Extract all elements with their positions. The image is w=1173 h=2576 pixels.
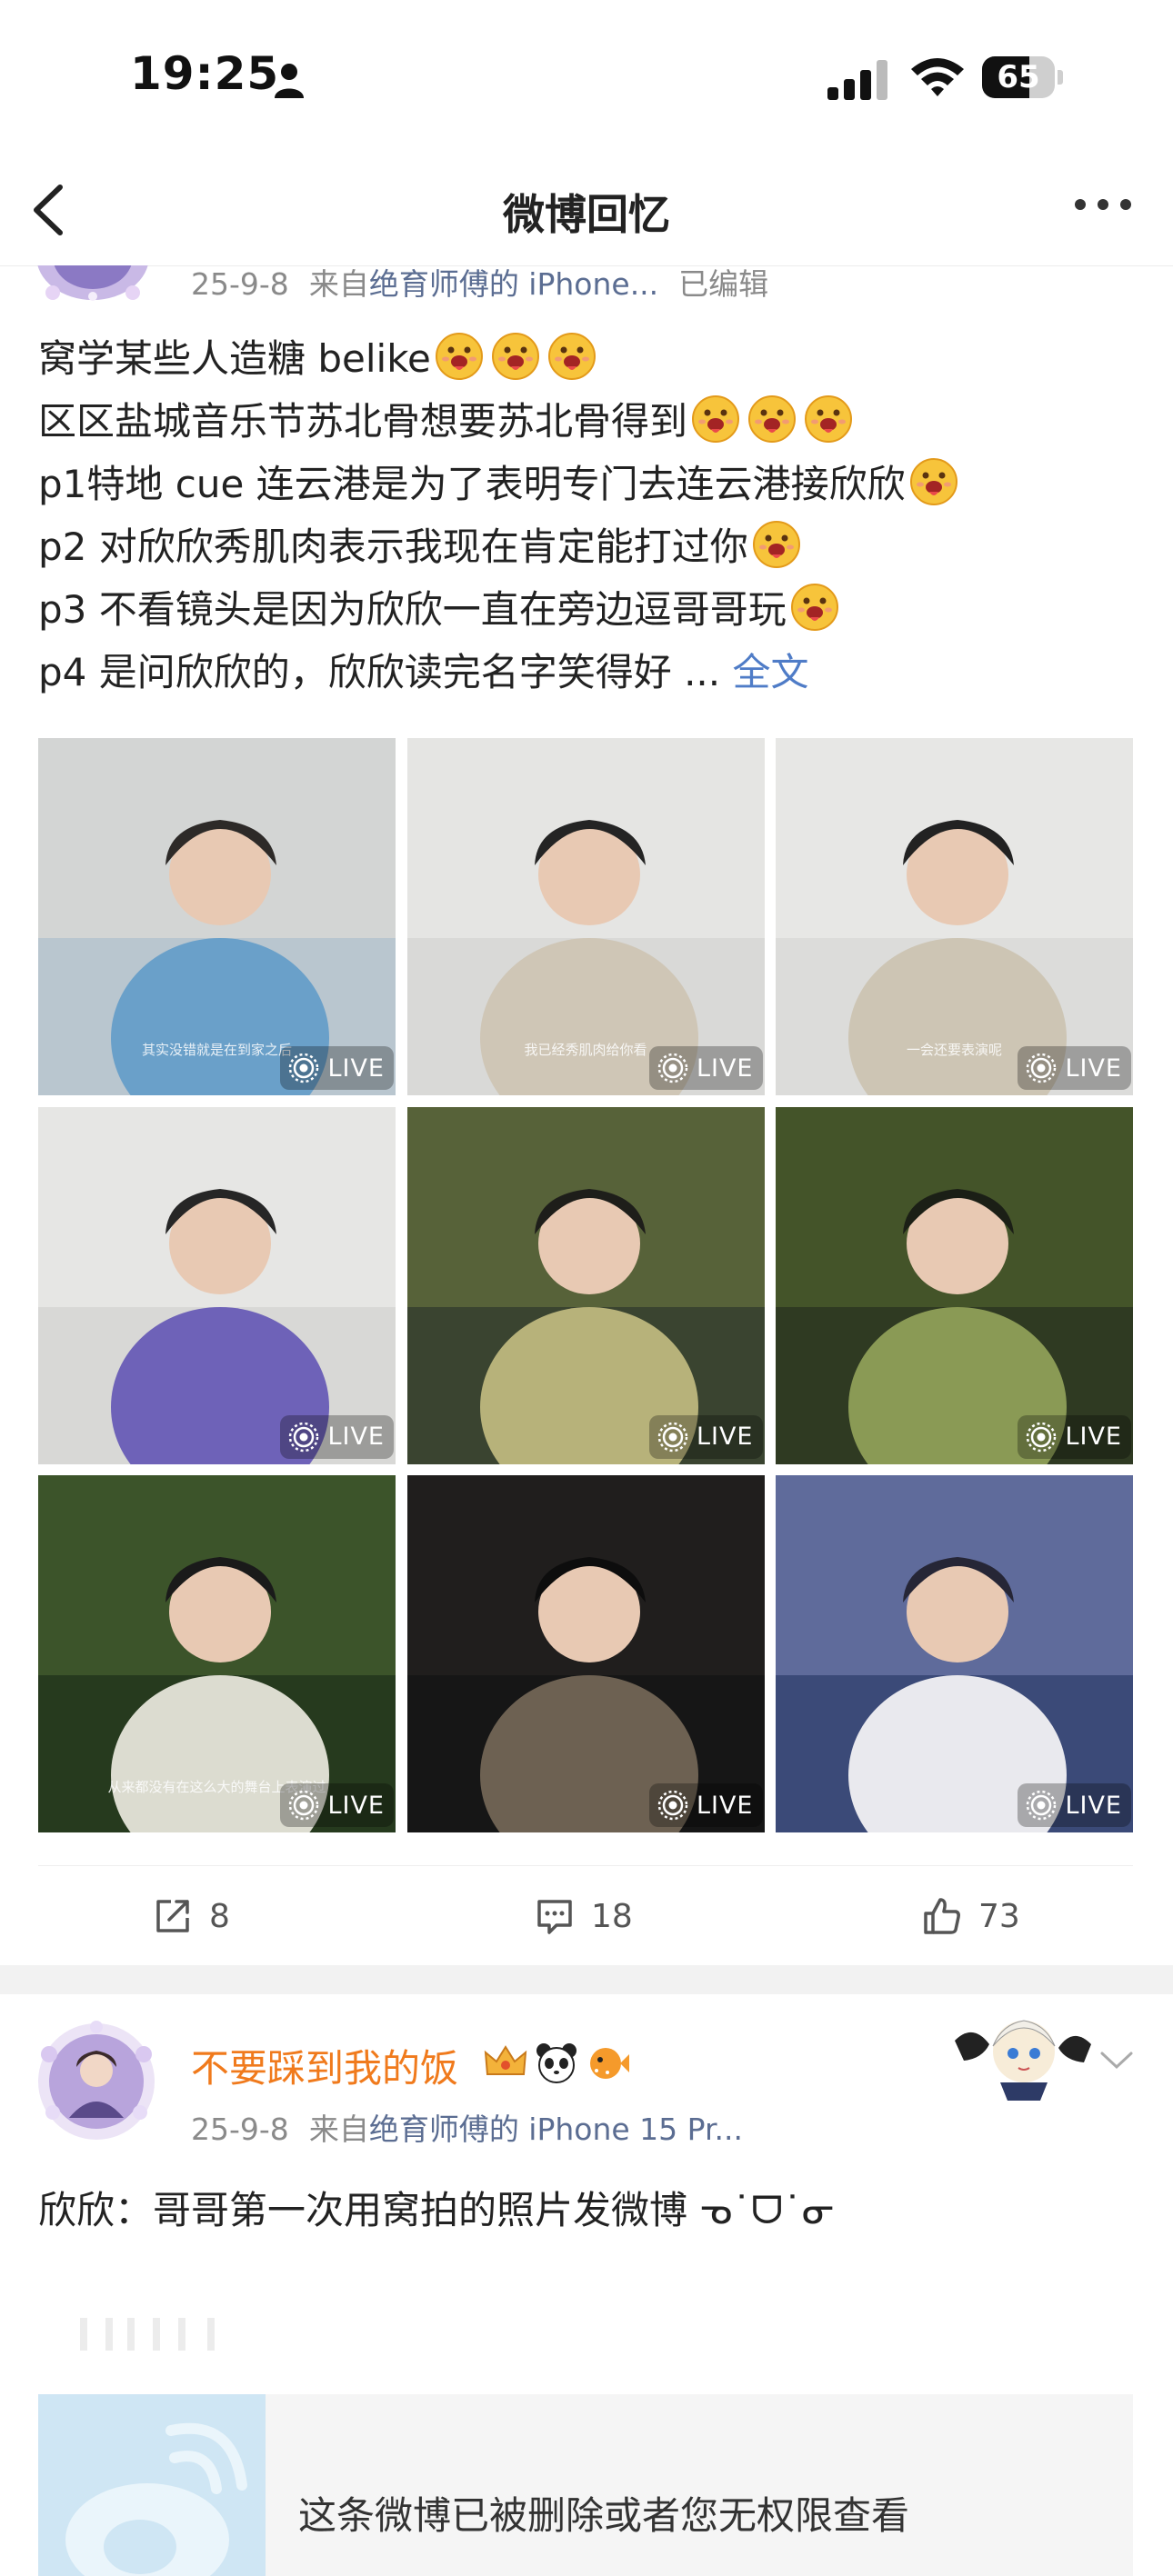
photo-thumbnail[interactable]: LIVE	[776, 1475, 1133, 1832]
tongue-out-emoji-icon	[804, 394, 853, 444]
like-button[interactable]: 73	[922, 1866, 1020, 1966]
tongue-out-emoji-icon	[547, 332, 597, 381]
live-label: LIVE	[1065, 1423, 1122, 1451]
pufferfish-icon	[590, 2048, 629, 2079]
tongue-out-emoji-icon	[752, 520, 801, 569]
live-photo-badge: LIVE	[1018, 1414, 1131, 1459]
faded-placeholder	[80, 2318, 215, 2351]
image-grid: 其实没错就是在到家之后 LIVE 我已经秀肌肉给你看 LIVE 一会还要表演呢 LIVE L…	[38, 738, 1133, 1832]
photo-thumbnail[interactable]: LIVE	[776, 1106, 1133, 1464]
tongue-out-emoji-icon	[691, 394, 740, 444]
post-text: 窝学某些人造糖 belike 区区盐城音乐节苏北骨想要苏北骨得到 p1特地 cu…	[38, 327, 1138, 704]
post-meta: 25-9-8 来自绝育师傅的 iPhone... 已编辑	[191, 260, 788, 304]
panda-icon	[536, 2043, 576, 2083]
live-photo-icon	[289, 1422, 319, 1452]
live-photo-badge: LIVE	[1018, 1046, 1131, 1090]
live-label: LIVE	[696, 1791, 754, 1820]
post-date: 25-9-8	[191, 266, 289, 302]
photo-thumbnail[interactable]: LIVE	[406, 1475, 765, 1832]
battery-percent: 65	[997, 59, 1040, 95]
repost-count: 8	[209, 1897, 230, 1935]
status-time: 19:25	[130, 47, 280, 100]
more-options-icon[interactable]	[1071, 191, 1135, 218]
crown-badge-icon	[484, 2045, 527, 2075]
post-line: 窝学某些人造糖 belike	[38, 327, 1138, 390]
post-meta: 25-9-8 来自绝育师傅的 iPhone 15 Pr...	[191, 2105, 763, 2149]
avatar[interactable]	[35, 265, 151, 304]
live-label: LIVE	[327, 1423, 385, 1451]
username[interactable]: 不要踩到我的饭	[191, 2038, 458, 2093]
avatar[interactable]	[33, 2018, 160, 2145]
photo-thumbnail[interactable]: 一会还要表演呢 LIVE	[776, 738, 1133, 1095]
photo-thumbnail[interactable]: 我已经秀肌肉给你看 LIVE	[406, 738, 765, 1095]
deleted-notice: 这条微博已被删除或者您无权限查看	[298, 2493, 910, 2538]
live-photo-badge: LIVE	[1018, 1783, 1131, 1827]
post-line: p1特地 cue 连云港是为了表明专门去连云港接欣欣	[38, 453, 1138, 515]
post-text: 欣欣：哥哥第一次用窝拍的照片发微博 ᓀ˙ᗜ˙ᓂ	[38, 2188, 835, 2232]
like-count: 73	[978, 1897, 1020, 1935]
tongue-out-emoji-icon	[435, 332, 484, 381]
live-photo-icon	[657, 1422, 688, 1452]
post-line: p3 不看镜头是因为欣欣一直在旁边逗哥哥玩	[38, 578, 1138, 641]
repost-button[interactable]: 8	[153, 1866, 230, 1966]
post-source[interactable]: 绝育师傅的 iPhone...	[369, 266, 658, 302]
chevron-down-icon[interactable]	[1098, 2049, 1135, 2072]
tongue-out-emoji-icon	[491, 332, 540, 381]
live-photo-badge: LIVE	[280, 1046, 394, 1090]
live-photo-icon	[289, 1790, 319, 1821]
photo-thumbnail[interactable]: LIVE	[406, 1106, 765, 1464]
tongue-out-emoji-icon	[790, 583, 839, 632]
post-date: 25-9-8	[191, 2112, 289, 2147]
action-bar: 8 18 73	[38, 1865, 1133, 1966]
thumbs-up-icon	[924, 1898, 960, 1934]
user-badges	[482, 2040, 631, 2085]
page-title: 微博回忆	[503, 190, 670, 239]
live-photo-badge: LIVE	[648, 1414, 763, 1459]
nav-bar: 微博回忆	[0, 155, 1173, 266]
full-text-link[interactable]: 全文	[733, 650, 809, 694]
source-prefix: 来自	[308, 2112, 369, 2147]
live-photo-badge: LIVE	[648, 1783, 763, 1827]
post-line: p4 是问欣欣的，欣欣读完名字笑得好 ... 全文	[38, 650, 809, 694]
tongue-out-emoji-icon	[909, 457, 958, 506]
signal-icon	[827, 60, 887, 100]
weibo-logo-icon	[65, 2422, 247, 2576]
source-prefix: 来自	[308, 266, 369, 302]
avatar-pendant-sticker	[955, 2020, 1091, 2101]
status-bar: 19:25 65	[0, 0, 1173, 155]
live-photo-icon	[657, 1053, 688, 1083]
photo-thumbnail[interactable]: LIVE	[38, 1106, 396, 1464]
live-photo-badge: LIVE	[648, 1046, 763, 1090]
post-divider	[0, 1965, 1173, 1994]
live-label: LIVE	[327, 1053, 385, 1083]
tongue-out-emoji-icon	[747, 394, 797, 444]
live-photo-icon	[289, 1053, 319, 1083]
live-photo-icon	[1027, 1053, 1057, 1083]
photo-thumbnail[interactable]: 其实没错就是在到家之后 LIVE	[38, 738, 396, 1095]
photo-thumbnail[interactable]: 从来都没有在这么大的舞台上表演过 LIVE	[38, 1475, 396, 1832]
comment-count: 18	[591, 1897, 633, 1935]
person-icon	[275, 64, 304, 98]
live-photo-icon	[1027, 1790, 1057, 1821]
live-label: LIVE	[696, 1423, 754, 1451]
post-line: 区区盐城音乐节苏北骨想要苏北骨得到	[38, 390, 1138, 453]
post-line: p2 对欣欣秀肌肉表示我现在肯定能打过你	[38, 515, 1138, 578]
post-source[interactable]: 绝育师傅的 iPhone 15 Pr...	[369, 2112, 743, 2147]
battery-indicator: 65	[982, 56, 1064, 98]
live-photo-badge: LIVE	[280, 1783, 394, 1827]
repost-icon	[156, 1900, 189, 1932]
edited-label: 已编辑	[678, 266, 769, 302]
live-photo-icon	[657, 1790, 688, 1821]
live-photo-badge: LIVE	[280, 1414, 394, 1459]
weibo-logo-thumb	[38, 2394, 266, 2576]
live-photo-icon	[1027, 1422, 1057, 1452]
live-label: LIVE	[696, 1053, 754, 1083]
live-label: LIVE	[1065, 1791, 1122, 1820]
deleted-repost-card[interactable]: 这条微博已被删除或者您无权限查看	[38, 2394, 1133, 2576]
wifi-icon	[911, 58, 964, 96]
live-label: LIVE	[327, 1791, 385, 1820]
comment-button[interactable]: 18	[535, 1866, 633, 1966]
comment-icon	[537, 1900, 572, 1934]
live-label: LIVE	[1065, 1053, 1122, 1083]
